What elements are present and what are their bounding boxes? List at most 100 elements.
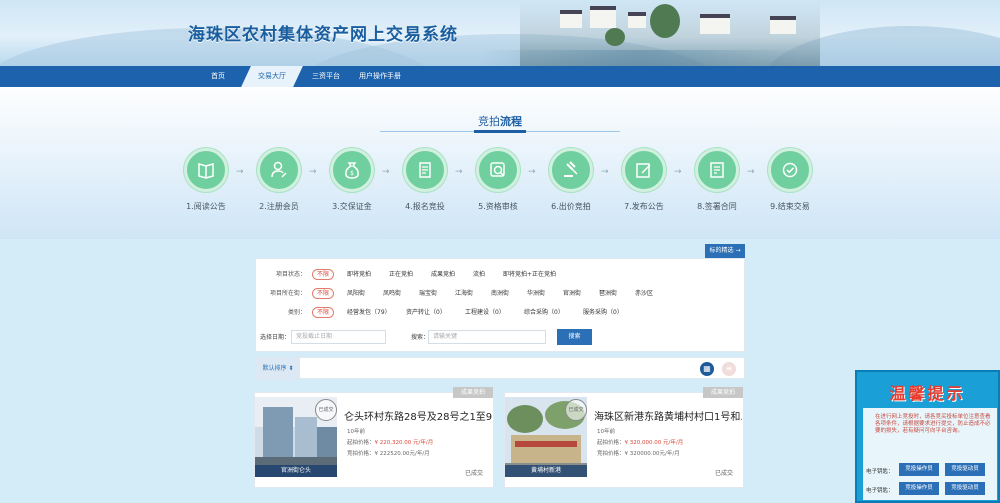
search-input[interactable]: 请输关键 (428, 330, 546, 344)
filter-option[interactable]: 服务采购（0） (583, 307, 623, 319)
filter-row-region: 项目所在街： 不限 凤阳街 凤鸣街 瑞宝街 江海街 南洲街 华洲街 官洲街 琶洲… (256, 288, 746, 300)
deal-price-value: ¥ 222520.00元/年/月 (374, 451, 430, 457)
tip-button[interactable]: 竞投驱动员 (945, 463, 985, 476)
contract-icon (695, 148, 739, 192)
project-code: 10年前 (597, 429, 615, 435)
tip-button[interactable]: 竞投操作员 (899, 482, 939, 495)
step-label: 6.出价竞拍 (551, 202, 591, 211)
list-icon[interactable]: ≡ (722, 362, 736, 376)
gavel-icon (549, 148, 593, 192)
user-register-icon (257, 148, 301, 192)
money-bag-icon: $ (330, 148, 374, 192)
tip-row-label: 电子钥匙： (866, 488, 894, 494)
process-step[interactable]: 7.发布公告 (614, 148, 674, 212)
process-step[interactable]: 6.出价竞拍 (541, 148, 601, 212)
filter-option[interactable]: 不限 (312, 307, 335, 318)
status-ribbon: 成果竞拍 (703, 387, 743, 398)
process-step[interactable]: 9.结束交易 (760, 148, 820, 212)
deal-price-row: 竞拍价格：¥ 222520.00元/年/月 (347, 449, 430, 457)
grid-icon[interactable]: ▦ (700, 362, 714, 376)
date-input[interactable]: 竞投截止日期 (291, 330, 386, 344)
tip-button[interactable]: 竞投操作员 (899, 463, 939, 476)
status-ribbon: 成果竞拍 (453, 387, 493, 398)
check-icon (768, 148, 812, 192)
filter-option[interactable]: 官洲街 (563, 288, 581, 300)
tip-body: 在进行网上竞投时，请各竞买投标单位注意查看各项条件，请根据要求进行提交，防止造成… (863, 408, 997, 500)
tip-button[interactable]: 竞投驱动员 (945, 482, 985, 495)
filter-option[interactable]: 即将竞拍 (347, 269, 371, 281)
filter-row-type: 类别： 不限 经营发包（79） 资产转让（0） 工程建设（0） 综合采购（0） … (256, 307, 746, 319)
filter-option[interactable]: 琶洲街 (599, 288, 617, 300)
nav-three-assets[interactable]: 三资平台 (306, 66, 346, 87)
filter-key: 项目状态： (275, 271, 306, 278)
process-step[interactable]: 4.报名竞投 (395, 148, 455, 212)
project-title[interactable]: 仑头环村东路28号及28号之1至9 (344, 408, 492, 423)
nav-trading-hall[interactable]: 交易大厅 (241, 66, 303, 87)
process-step[interactable]: 8.签署合同 (687, 148, 747, 212)
process-step[interactable]: 1.阅读公告 (176, 148, 236, 212)
filter-option[interactable]: 成果竞拍 (431, 269, 455, 281)
filter-option[interactable]: 经营发包（79） (347, 307, 391, 319)
sort-default-tab[interactable]: 默认排序 ⬍ (256, 358, 300, 380)
filter-option[interactable]: 资产转让（0） (406, 307, 446, 319)
filter-panel: 项目状态： 不限 即将竞拍 正在竞拍 成果竞拍 流拍 即将竞拍+正在竞拍 项目所… (255, 258, 745, 352)
deal-price-label: 竞拍价格： (597, 451, 625, 457)
nav-user-manual[interactable]: 用户操作手册 (352, 66, 408, 87)
site-title: 海珠区农村集体资产网上交易系统 (188, 25, 458, 45)
filter-option[interactable]: 正在竞拍 (389, 269, 413, 281)
step-label: 4.报名竞投 (405, 202, 445, 211)
process-title-underline (380, 130, 620, 133)
main-nav: 首页 交易大厅 三资平台 用户操作手册 (0, 66, 1000, 87)
filter-row-status: 项目状态： 不限 即将竞拍 正在竞拍 成果竞拍 流拍 即将竞拍+正在竞拍 (256, 269, 746, 281)
process-step[interactable]: 5.资格审核 (468, 148, 528, 212)
arrow-icon: → (747, 167, 755, 177)
step-label: 5.资格审核 (478, 202, 518, 211)
filter-option[interactable]: 华洲街 (527, 288, 545, 300)
filter-key: 项目所在街： (269, 290, 306, 297)
featured-button[interactable]: 标的精选 → (705, 244, 745, 258)
project-card[interactable]: 成果竞拍 官洲街仑头 已成交 仑头环村东路28号及28号之1至9 10年前 起拍… (254, 387, 494, 488)
nav-home[interactable]: 首页 (200, 66, 236, 87)
step-label: 9.结束交易 (770, 202, 810, 211)
filter-option[interactable]: 不限 (312, 288, 335, 299)
filter-option[interactable]: 瑞宝街 (419, 288, 437, 300)
filter-option[interactable]: 不限 (312, 269, 335, 280)
filter-option[interactable]: 流拍 (473, 269, 485, 281)
filter-option[interactable]: 即将竞拍+正在竞拍 (503, 269, 556, 281)
deal-status: 已成交 (714, 470, 733, 477)
start-price-value: ¥ 320,000.00 元/年/月 (624, 440, 684, 446)
deal-price-row: 竞拍价格：¥ 320000.00元/年/月 (597, 449, 680, 457)
start-price-value: ¥ 220,320.00 元/年/月 (374, 440, 434, 446)
arrow-icon: → (601, 167, 609, 177)
deal-stamp: 已成交 (315, 399, 337, 421)
start-price-label: 起拍价格： (347, 440, 375, 446)
magnifier-icon (476, 148, 520, 192)
filter-option[interactable]: 工程建设（0） (465, 307, 505, 319)
project-title[interactable]: 海珠区新港东路黄埔村村口1号和... (594, 408, 742, 423)
underline-mark (474, 130, 526, 133)
arrow-icon: → (382, 167, 390, 177)
process-step[interactable]: 2.注册会员 (249, 148, 309, 212)
project-code: 10年前 (347, 429, 365, 435)
banner-house (700, 14, 730, 34)
process-title-b: 流程 (500, 115, 522, 128)
filter-option[interactable]: 南洲街 (491, 288, 509, 300)
filter-option[interactable]: 凤鸣街 (383, 288, 401, 300)
filter-option[interactable]: 凤阳街 (347, 288, 365, 300)
search-button[interactable]: 搜索 (557, 329, 592, 345)
filter-option[interactable]: 江海街 (455, 288, 473, 300)
banner-house (770, 16, 796, 34)
filter-option[interactable]: 赤沙区 (635, 288, 653, 300)
process-step[interactable]: $ 3.交保证金 (322, 148, 382, 212)
start-price-label: 起拍价格： (597, 440, 625, 446)
step-label: 7.发布公告 (624, 202, 664, 211)
banner-water (480, 50, 800, 66)
arrow-icon: → (236, 167, 244, 177)
deal-price-label: 竞拍价格： (347, 451, 375, 457)
project-card[interactable]: 成果竞拍 黄埔村新港 已成交 海珠区新港东路黄埔村村口1号和... 10年前 起… (504, 387, 744, 488)
deal-stamp: 已成交 (565, 399, 587, 421)
step-label: 2.注册会员 (259, 202, 299, 211)
search-label: 搜索： (411, 334, 430, 341)
filter-option[interactable]: 综合采购（0） (524, 307, 564, 319)
step-label: 1.阅读公告 (186, 202, 226, 211)
